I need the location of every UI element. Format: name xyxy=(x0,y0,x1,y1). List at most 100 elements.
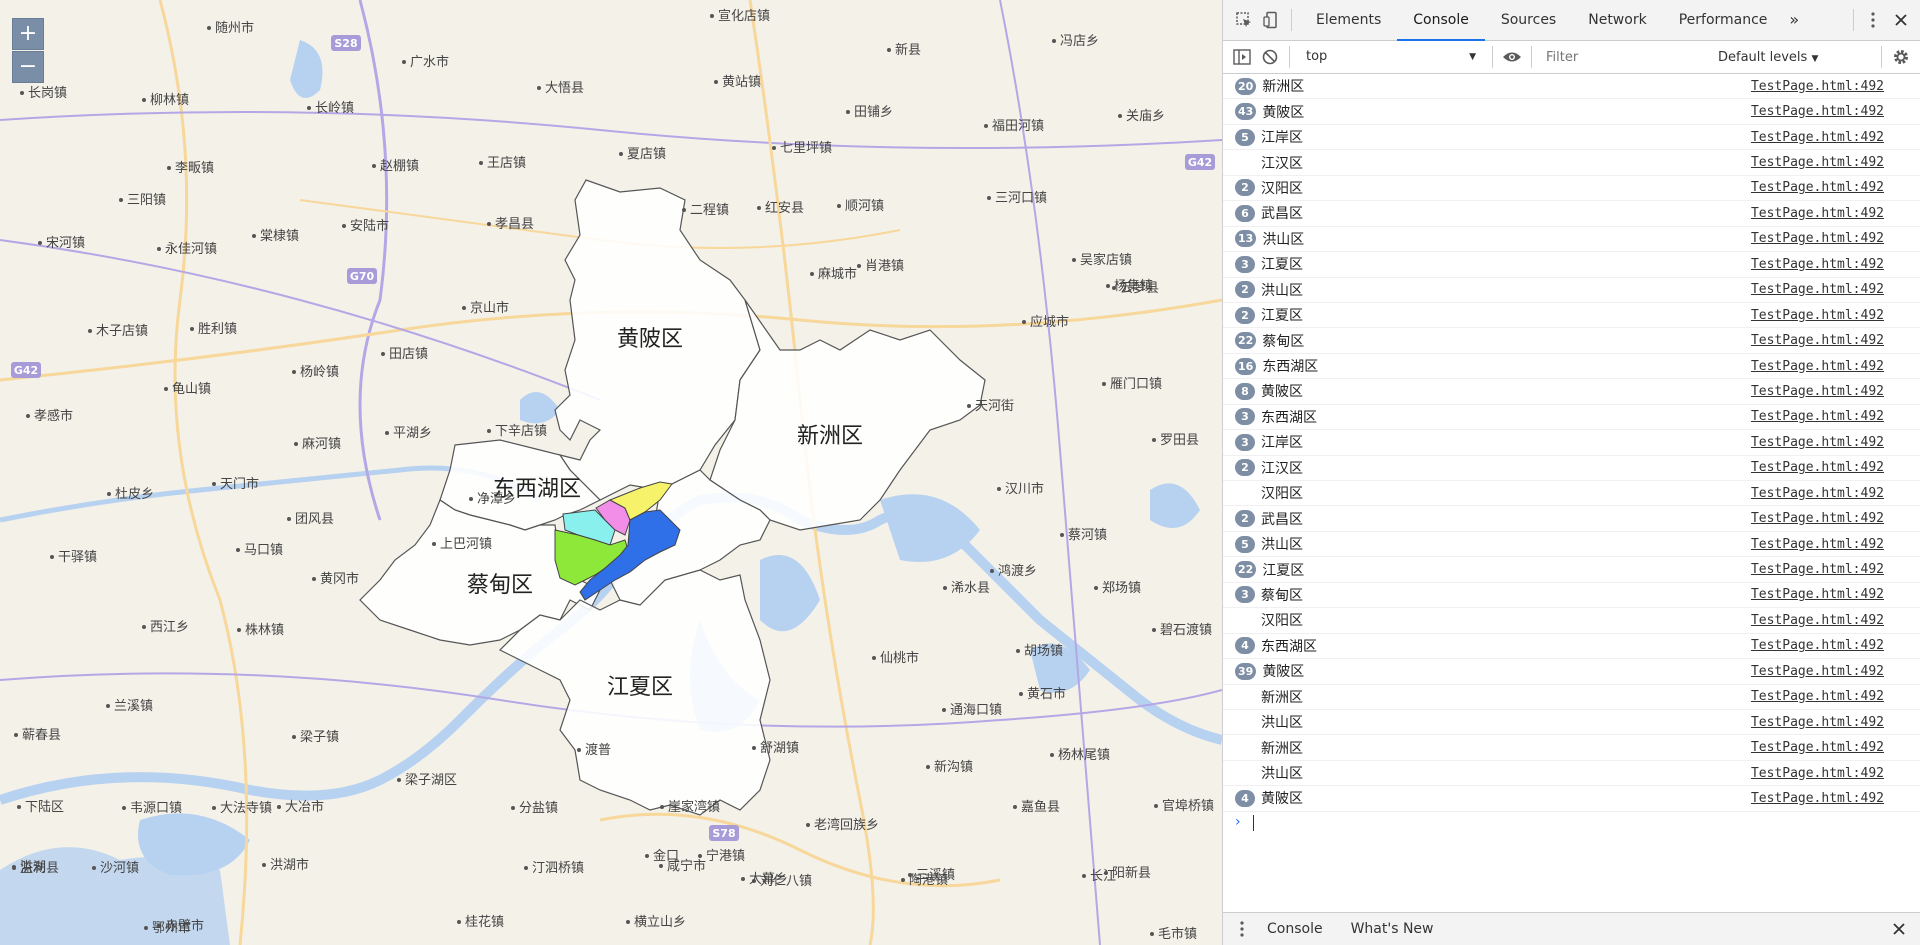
log-source-link[interactable]: TestPage.html:492 xyxy=(1751,664,1884,679)
console-input-caret[interactable] xyxy=(1253,815,1254,831)
log-source-link[interactable]: TestPage.html:492 xyxy=(1751,130,1884,145)
log-source-link[interactable]: TestPage.html:492 xyxy=(1751,435,1884,450)
log-entry: 13 洪山区 TestPage.html:492 xyxy=(1223,227,1920,253)
repeat-count-badge xyxy=(1235,714,1255,731)
log-source-link[interactable]: TestPage.html:492 xyxy=(1751,460,1884,475)
drawer-menu-icon[interactable] xyxy=(1231,918,1253,940)
inspect-element-icon[interactable] xyxy=(1233,9,1255,31)
log-source-link[interactable]: TestPage.html:492 xyxy=(1751,257,1884,272)
place-dot xyxy=(212,482,216,486)
log-message: 洪山区 xyxy=(1261,537,1303,554)
log-source-link[interactable]: TestPage.html:492 xyxy=(1751,333,1884,348)
log-message: 武昌区 xyxy=(1261,511,1303,528)
close-icon[interactable] xyxy=(1890,9,1912,31)
clear-console-icon[interactable] xyxy=(1259,46,1281,68)
place-label: 赵棚镇 xyxy=(380,159,419,174)
repeat-count-badge: 20 xyxy=(1235,77,1257,95)
place-label: 汉川市 xyxy=(1005,481,1044,497)
place-label: 京山市 xyxy=(470,300,509,316)
gear-icon[interactable] xyxy=(1890,46,1912,68)
filter-input[interactable] xyxy=(1540,46,1712,68)
place-label: 监利县 xyxy=(20,861,59,876)
dropdown-arrow-icon: ▼ xyxy=(1811,53,1819,64)
zoom-out-button[interactable]: − xyxy=(12,51,44,83)
log-levels-dropdown[interactable]: Default levels ▼ xyxy=(1712,50,1824,65)
log-source-link[interactable]: TestPage.html:492 xyxy=(1751,409,1884,424)
place-label: 横立山乡 xyxy=(634,915,686,930)
place-label: 杨林尾镇 xyxy=(1058,748,1110,763)
place-dot xyxy=(1102,382,1106,386)
place-label: 七里坪镇 xyxy=(780,141,832,156)
log-source-link[interactable]: TestPage.html:492 xyxy=(1751,715,1884,730)
log-source-link[interactable]: TestPage.html:492 xyxy=(1751,79,1884,94)
place-label: 广水市 xyxy=(410,54,449,70)
close-drawer-icon[interactable] xyxy=(1888,918,1910,940)
log-source-link[interactable]: TestPage.html:492 xyxy=(1751,282,1884,297)
console-prompt-icon: › xyxy=(1235,814,1241,830)
log-entry: 汉阳区 TestPage.html:492 xyxy=(1223,481,1920,507)
log-source-link[interactable]: TestPage.html:492 xyxy=(1751,740,1884,755)
more-tabs-button[interactable]: » xyxy=(1783,0,1805,40)
place-dot xyxy=(619,152,623,156)
tab-performance[interactable]: Performance xyxy=(1663,0,1784,40)
repeat-count-badge xyxy=(1235,612,1255,629)
place-dot xyxy=(487,222,491,226)
tab-sources[interactable]: Sources xyxy=(1485,0,1572,40)
log-source-link[interactable]: TestPage.html:492 xyxy=(1751,180,1884,195)
place-label: 宋河镇 xyxy=(46,236,85,251)
tab-separator xyxy=(1853,9,1854,31)
tab-elements[interactable]: Elements xyxy=(1300,0,1397,40)
place-dot xyxy=(872,656,876,660)
log-source-link[interactable]: TestPage.html:492 xyxy=(1751,359,1884,374)
road-shield: S28 xyxy=(331,35,361,51)
place-dot xyxy=(926,765,930,769)
place-label: 安陆市 xyxy=(350,218,389,234)
toolbar-separator xyxy=(1531,46,1532,68)
map-canvas[interactable]: 黄陂区 新洲区 东西湖区 蔡甸区 江夏区 随州市广水市大悟县宣化店镇新县冯店乡长… xyxy=(0,0,1222,945)
place-dot xyxy=(212,806,216,810)
place-label: 杜皮乡 xyxy=(115,487,154,502)
log-source-link[interactable]: TestPage.html:492 xyxy=(1751,537,1884,552)
log-source-link[interactable]: TestPage.html:492 xyxy=(1751,486,1884,501)
log-source-link[interactable]: TestPage.html:492 xyxy=(1751,613,1884,628)
map-view[interactable]: 黄陂区 新洲区 东西湖区 蔡甸区 江夏区 随州市 广水市 大悟县 宣化店镇 新县 冯店乡长… xyxy=(0,0,1222,945)
log-source-link[interactable]: TestPage.html:492 xyxy=(1751,104,1884,119)
place-label: 兰溪镇 xyxy=(114,699,153,714)
log-source-link[interactable]: TestPage.html:492 xyxy=(1751,384,1884,399)
drawer-tab-whats-new[interactable]: What's New xyxy=(1337,921,1448,937)
place-label: 黄石市 xyxy=(1027,686,1066,702)
log-source-link[interactable]: TestPage.html:492 xyxy=(1751,511,1884,526)
log-source-link[interactable]: TestPage.html:492 xyxy=(1751,587,1884,602)
log-source-link[interactable]: TestPage.html:492 xyxy=(1751,206,1884,221)
repeat-count-badge: 3 xyxy=(1235,433,1255,451)
log-source-link[interactable]: TestPage.html:492 xyxy=(1751,562,1884,577)
context-selector[interactable]: top ▼ xyxy=(1298,45,1484,69)
tab-console[interactable]: Console xyxy=(1397,0,1485,41)
log-entry: 洪山区 TestPage.html:492 xyxy=(1223,761,1920,787)
kebab-menu-icon[interactable] xyxy=(1862,9,1884,31)
device-toolbar-icon[interactable] xyxy=(1261,9,1283,31)
place-dot xyxy=(1060,533,1064,537)
zoom-in-button[interactable]: + xyxy=(12,18,44,50)
place-dot xyxy=(1112,286,1116,290)
sidebar-toggle-icon[interactable] xyxy=(1231,46,1253,68)
log-source-link[interactable]: TestPage.html:492 xyxy=(1751,766,1884,781)
place-dot xyxy=(837,204,841,208)
log-source-link[interactable]: TestPage.html:492 xyxy=(1751,638,1884,653)
place-label: 麻河镇 xyxy=(302,437,341,452)
place-dot xyxy=(1106,284,1110,288)
live-expression-eye-icon[interactable] xyxy=(1501,46,1523,68)
log-source-link[interactable]: TestPage.html:492 xyxy=(1751,231,1884,246)
place-dot xyxy=(462,306,466,310)
place-dot xyxy=(908,873,912,877)
label-huangpi: 黄陂区 xyxy=(617,327,683,352)
tab-network[interactable]: Network xyxy=(1572,0,1662,40)
log-source-link[interactable]: TestPage.html:492 xyxy=(1751,308,1884,323)
log-source-link[interactable]: TestPage.html:492 xyxy=(1751,791,1884,806)
log-source-link[interactable]: TestPage.html:492 xyxy=(1751,689,1884,704)
log-entry: 洪山区 TestPage.html:492 xyxy=(1223,710,1920,736)
log-entry: 5 江岸区 TestPage.html:492 xyxy=(1223,125,1920,151)
place-label: 舒湖镇 xyxy=(760,741,799,756)
drawer-tab-console[interactable]: Console xyxy=(1253,921,1337,937)
log-source-link[interactable]: TestPage.html:492 xyxy=(1751,155,1884,170)
